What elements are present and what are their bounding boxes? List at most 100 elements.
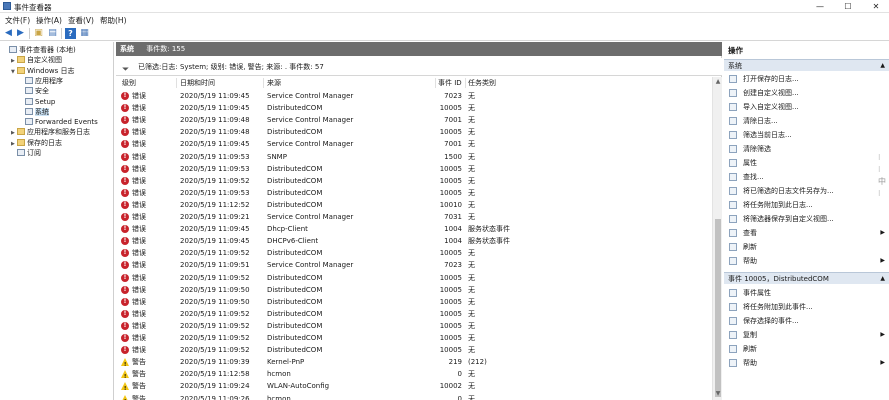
tree-item[interactable]: ▶ 自定义视图 <box>11 55 62 65</box>
table-row[interactable]: ! 错误 2020/5/19 11:09:52 DistributedCOM 10005… <box>116 320 712 332</box>
help-icon[interactable]: ? <box>65 28 76 39</box>
action-item[interactable]: 导入自定义视图... <box>724 100 889 114</box>
actions-section-header[interactable]: 系统 ▲ <box>724 59 889 71</box>
back-arrow-icon[interactable]: ◀ <box>3 28 14 39</box>
tree-item[interactable]: ▶ 保存的日志 <box>11 138 62 148</box>
action-item[interactable]: 将已筛选的日志文件另存为... <box>724 184 889 198</box>
cell-level: 错误 <box>132 309 146 318</box>
tree-item[interactable]: 系统 <box>19 107 49 117</box>
table-row[interactable]: ! 错误 2020/5/19 11:09:53 DistributedCOM 10005… <box>116 163 712 175</box>
action-label: 帮助 <box>743 257 757 265</box>
tree-item[interactable]: 应用程序 <box>19 76 63 86</box>
tree-item[interactable]: ▼ Windows 日志 <box>11 66 74 76</box>
column-divider[interactable] <box>263 78 264 88</box>
tree-item[interactable]: ▶ 应用程序和服务日志 <box>11 127 90 137</box>
forward-arrow-icon[interactable]: ▶ <box>15 28 26 39</box>
menu-file[interactable]: 文件(F) <box>5 15 30 26</box>
tree-item[interactable]: 安全 <box>19 86 49 96</box>
table-row[interactable]: ! 错误 2020/5/19 11:09:45 DistributedCOM 10005… <box>116 102 712 114</box>
table-row[interactable]: ! 错误 2020/5/19 11:09:45 Service Control Man… <box>116 138 712 150</box>
action-item[interactable]: 打开保存的日志... <box>724 72 889 86</box>
tree-item[interactable]: Forwarded Events <box>19 117 98 127</box>
table-row[interactable]: ! 错误 2020/5/19 11:09:52 DistributedCOM 10005… <box>116 247 712 259</box>
column-task-category[interactable]: 任务类别 <box>468 77 496 89</box>
action-item[interactable]: 创建自定义视图... <box>724 86 889 100</box>
table-row[interactable]: ! 错误 2020/5/19 11:09:52 DistributedCOM 10005… <box>116 308 712 320</box>
action-item[interactable]: 清除筛选 <box>724 142 889 156</box>
cell-task: 无 <box>468 261 475 270</box>
properties-icon[interactable]: ▦ <box>79 28 90 39</box>
cell-task: 无 <box>468 116 475 125</box>
scroll-up-arrow-icon[interactable]: ▲ <box>714 78 722 86</box>
action-item[interactable]: 复制 ▶ <box>724 328 889 342</box>
console-tree-icon[interactable]: ▤ <box>47 28 58 39</box>
table-row[interactable]: ! 错误 2020/5/19 11:09:45 DHCPv6-Client 1004 服务… <box>116 235 712 247</box>
table-row[interactable]: ! 警告 2020/5/19 11:12:58 hcmon 0 无 <box>116 368 712 380</box>
table-row[interactable]: ! 错误 2020/5/19 11:09:50 DistributedCOM 10005… <box>116 284 712 296</box>
action-item[interactable]: 将筛选器保存到自定义视图... <box>724 212 889 226</box>
table-row[interactable]: ! 错误 2020/5/19 11:09:53 DistributedCOM 10005… <box>116 187 712 199</box>
close-button[interactable]: ✕ <box>866 1 886 12</box>
collapse-caret-icon[interactable]: ▲ <box>880 60 885 72</box>
column-datetime[interactable]: 日期和时间 <box>180 77 215 89</box>
action-item[interactable]: 属性 <box>724 156 889 170</box>
action-item[interactable]: 查找... <box>724 170 889 184</box>
column-event-id[interactable]: 事件 ID <box>438 77 462 89</box>
tree-item[interactable]: 事件查看器 (本地) <box>3 45 76 55</box>
column-level[interactable]: 级别 <box>122 77 136 89</box>
action-item[interactable]: 将任务附加到此事件... <box>724 300 889 314</box>
tree-item[interactable]: 订阅 <box>11 148 41 158</box>
table-row[interactable]: ! 错误 2020/5/19 11:09:21 Service Control Man… <box>116 211 712 223</box>
scroll-down-arrow-icon[interactable]: ▼ <box>714 390 722 398</box>
table-row[interactable]: ! 错误 2020/5/19 11:09:52 DistributedCOM 10005… <box>116 344 712 356</box>
column-source[interactable]: 来源 <box>267 77 281 89</box>
cell-level: 错误 <box>132 334 146 342</box>
action-item[interactable]: 筛选当前日志... <box>724 128 889 142</box>
column-divider[interactable] <box>435 78 436 88</box>
table-row[interactable]: ! 错误 2020/5/19 11:12:52 DistributedCOM 10010… <box>116 199 712 211</box>
cell-task: 无 <box>468 213 475 221</box>
cell-task: 无 <box>468 334 475 342</box>
minimize-button[interactable]: — <box>810 1 830 12</box>
vertical-scrollbar[interactable]: ▲ ▼ <box>712 77 722 400</box>
table-row[interactable]: ! 错误 2020/5/19 11:09:52 DistributedCOM 10005… <box>116 332 712 344</box>
menu-view[interactable]: 查看(V) <box>68 15 94 26</box>
table-row[interactable]: ! 错误 2020/5/19 11:09:52 DistributedCOM 10005… <box>116 175 712 187</box>
scrollbar-thumb[interactable] <box>715 219 721 397</box>
table-row[interactable]: ! 错误 2020/5/19 11:09:52 DistributedCOM 10005… <box>116 272 712 284</box>
tree-item-label: 安全 <box>35 87 49 96</box>
table-row[interactable]: ! 警告 2020/5/19 11:09:26 hcmon 0无 <box>116 393 712 400</box>
action-item[interactable]: 帮助 ▶ <box>724 254 889 268</box>
table-row[interactable]: ! 错误 2020/5/19 11:09:53 SNMP 1500 无 <box>116 151 712 163</box>
cell-source: WLAN-AutoConfig <box>267 382 330 391</box>
maximize-button[interactable]: ☐ <box>838 1 858 12</box>
table-row[interactable]: ! 错误 2020/5/19 11:09:45 Dhcp-Client 1004 服务状态… <box>116 223 712 235</box>
action-item[interactable]: 查看 ▶ <box>724 226 889 240</box>
tree-item[interactable]: Setup <box>19 97 55 107</box>
table-row[interactable]: ! 错误 2020/5/19 11:09:45 Service Control Man… <box>116 90 712 102</box>
action-item[interactable]: 刷新 <box>724 240 889 254</box>
action-item[interactable]: 清除日志... <box>724 114 889 128</box>
console-tree: 事件查看器 (本地) ▶ 自定义视图 ▼ Windows 日志 应用程序 安全 Setup 系统… <box>0 42 114 400</box>
table-row[interactable]: ! 错误 2020/5/19 11:09:48 Service Control Man… <box>116 114 712 126</box>
action-label: 保存选择的事件... <box>743 317 799 325</box>
action-item[interactable]: 帮助 ▶ <box>724 356 889 370</box>
menu-help[interactable]: 帮助(H) <box>100 15 127 26</box>
collapse-caret-icon[interactable]: ▲ <box>880 273 885 285</box>
table-row[interactable]: ! 错误 2020/5/19 11:09:48 DistributedCOM 10005… <box>116 126 712 138</box>
table-row[interactable]: ! 错误 2020/5/19 11:09:50 DistributedCOM 10005… <box>116 296 712 308</box>
table-row[interactable]: ! 错误 2020/5/19 11:09:51 Service Control Man… <box>116 259 712 271</box>
table-row[interactable]: ! 警告 2020/5/19 11:09:24 WLAN-AutoConfig 1000… <box>116 380 712 392</box>
error-icon: ! <box>121 273 129 282</box>
up-folder-icon[interactable]: ▣ <box>33 28 44 39</box>
table-row[interactable]: ! 警告 2020/5/19 11:09:39 Kernel-PnP 219 (212) <box>116 356 712 368</box>
column-divider[interactable] <box>176 78 177 88</box>
action-item[interactable]: 事件属性 <box>724 286 889 300</box>
action-item[interactable]: 刷新 <box>724 342 889 356</box>
actions-section-header[interactable]: 事件 10005，DistributedCOM ▲ <box>724 272 889 284</box>
action-item[interactable]: 将任务附加到此日志... <box>724 198 889 212</box>
column-divider[interactable] <box>465 78 466 88</box>
menu-action[interactable]: 操作(A) <box>36 15 62 26</box>
action-item[interactable]: 保存选择的事件... <box>724 314 889 328</box>
actions-title: 操作 <box>728 46 743 55</box>
